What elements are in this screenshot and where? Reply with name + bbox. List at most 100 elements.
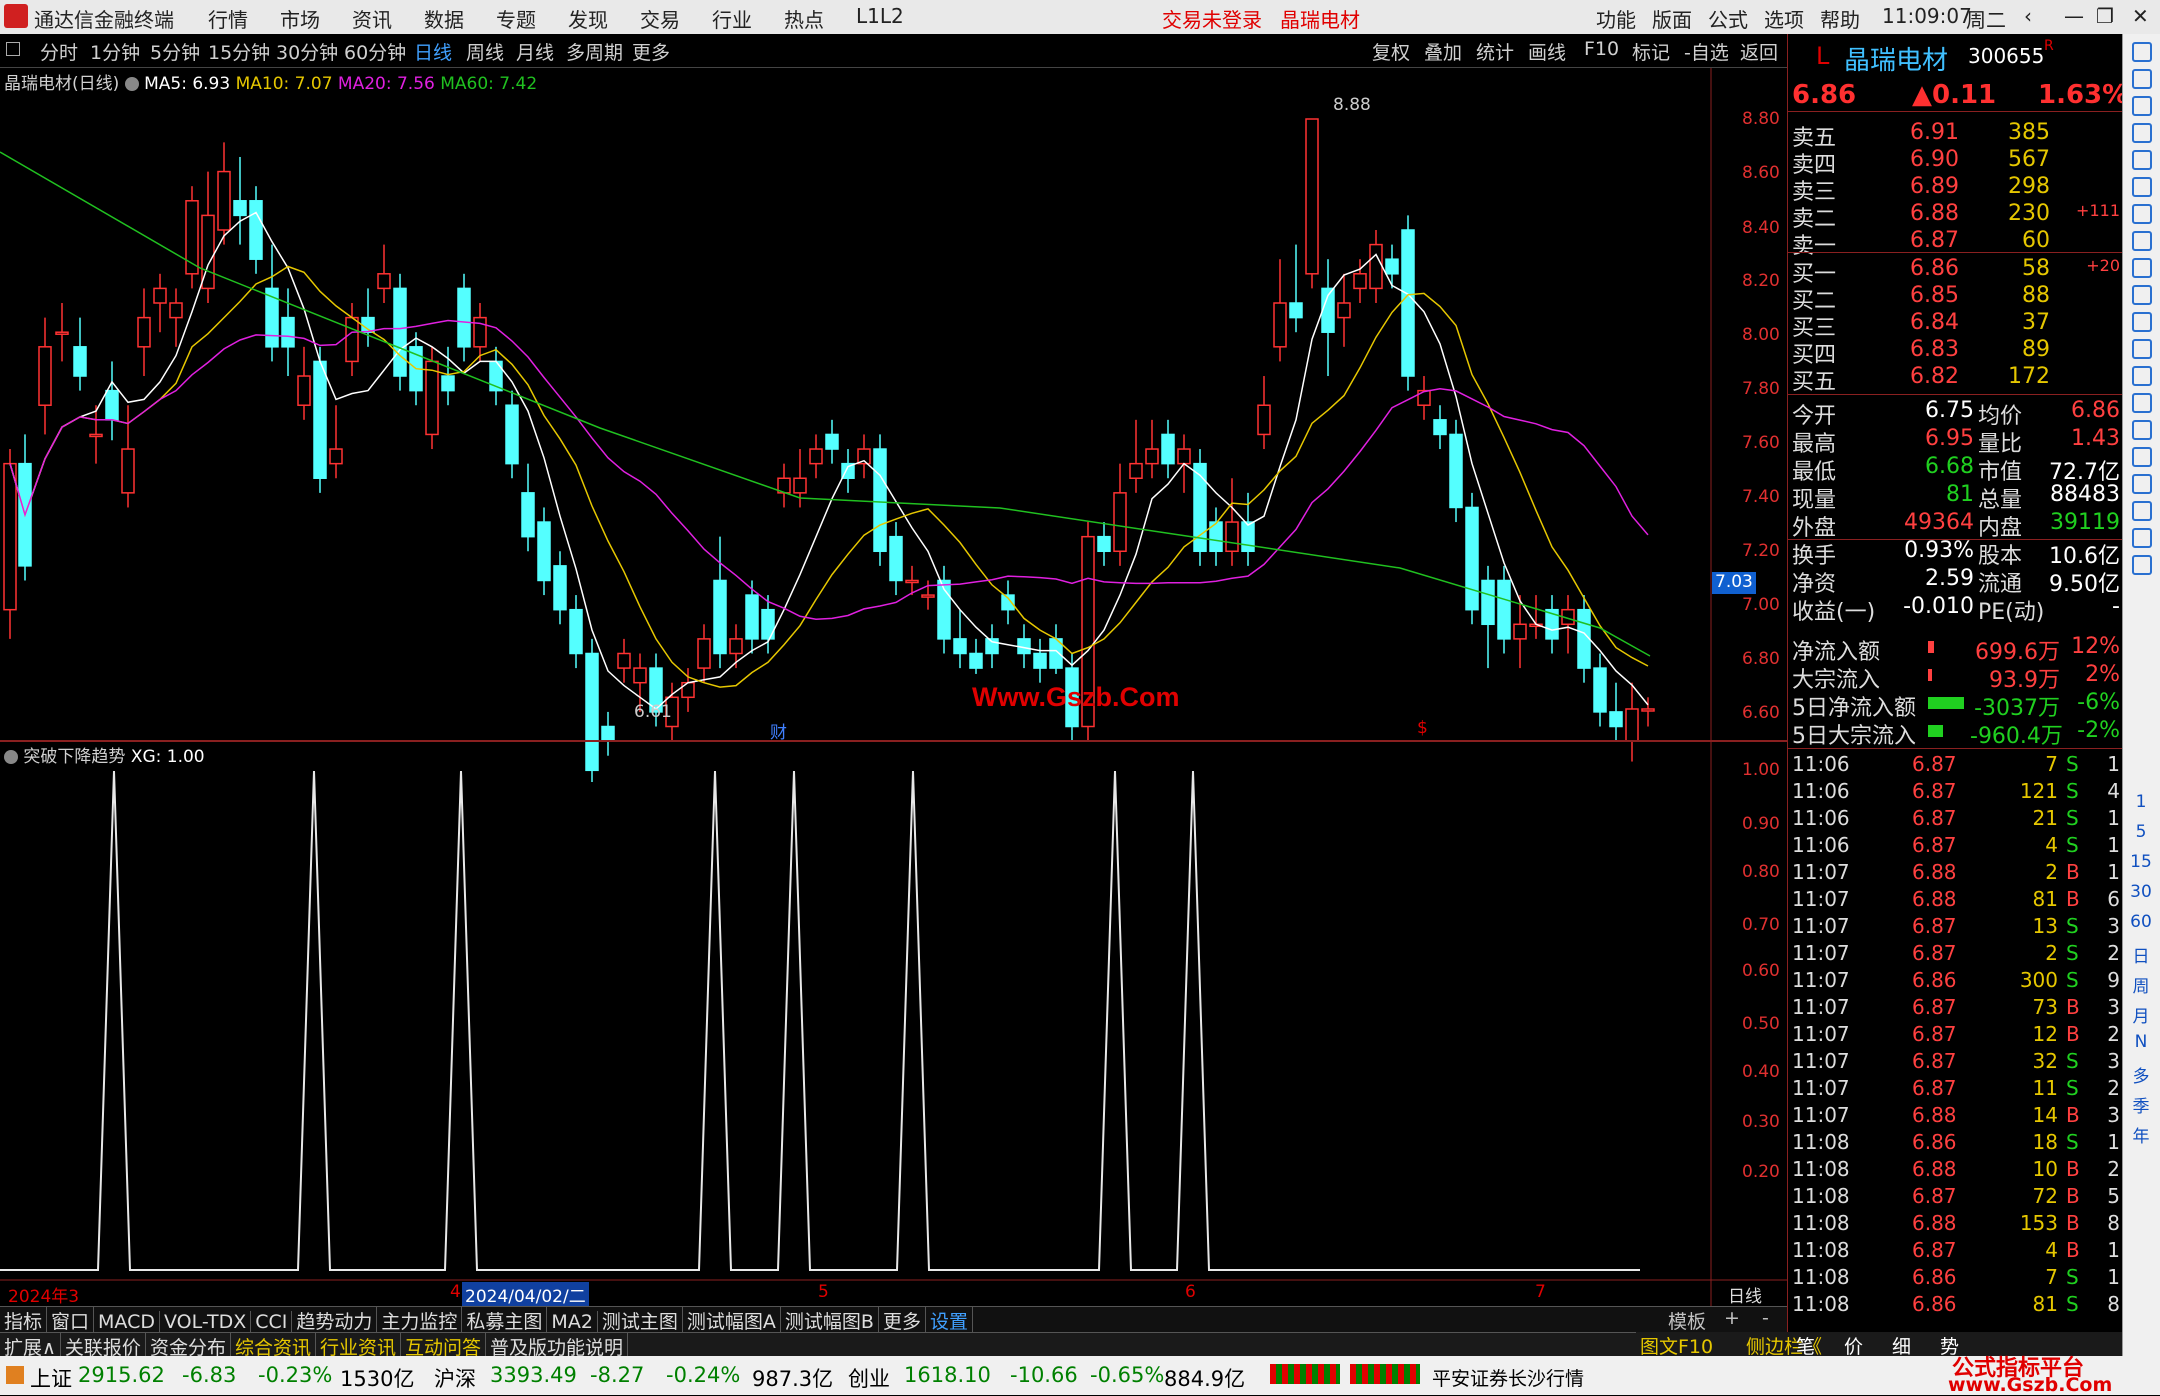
tool-button[interactable]: -自选 (1684, 38, 1729, 65)
side-period-button[interactable]: 多 (2123, 1062, 2159, 1087)
menu-item[interactable]: 热点 (784, 4, 824, 33)
list-icon[interactable] (2132, 231, 2152, 251)
bid-row[interactable]: 买二 6.85 88 (1792, 283, 2122, 314)
table-icon[interactable] (2132, 150, 2152, 170)
grid2-icon[interactable] (2132, 555, 2152, 575)
period-tab[interactable]: 月线 (516, 38, 554, 65)
tab-vol[interactable]: VOL-TDX (160, 1311, 252, 1333)
tool-button[interactable]: 叠加 (1424, 38, 1462, 65)
menu-layout[interactable]: 版面 (1652, 4, 1692, 33)
tool-button[interactable]: 标记 (1632, 38, 1670, 65)
toolbar-toggle-icon[interactable] (6, 42, 20, 56)
fs-icon[interactable] (2132, 339, 2152, 359)
minimize-icon[interactable]: — (2064, 4, 2084, 28)
event-marker-finance[interactable]: 财 (770, 718, 787, 743)
indicator-settings-icon[interactable] (4, 750, 18, 764)
menu-item[interactable]: 发现 (568, 4, 608, 33)
cy-name[interactable]: 创业 (848, 1363, 890, 1393)
ask-row[interactable]: 卖五 6.91 385 (1792, 120, 2122, 151)
bar-icon[interactable] (2132, 204, 2152, 224)
side-period-button[interactable]: 月 (2123, 1002, 2159, 1027)
period-tab[interactable]: 5分钟 (150, 38, 200, 65)
line-icon[interactable] (2132, 177, 2152, 197)
tab-cci[interactable]: CCI (251, 1311, 293, 1333)
add-button[interactable]: + (1724, 1307, 1740, 1329)
period-tab[interactable]: 60分钟 (344, 38, 406, 65)
up-arrow-icon[interactable] (2132, 42, 2152, 62)
period-tab[interactable]: 1分钟 (90, 38, 140, 65)
grid-icon[interactable] (2132, 123, 2152, 143)
period-more[interactable]: 更多 (632, 38, 670, 65)
menu-item[interactable]: 行情 (208, 4, 248, 33)
f10-icon[interactable] (2132, 258, 2152, 278)
tool-button[interactable]: F10 (1584, 38, 1619, 60)
period-tab[interactable]: 30分钟 (276, 38, 338, 65)
tab-test-main[interactable]: 测试主图 (598, 1307, 683, 1334)
menu-item[interactable]: 数据 (424, 4, 464, 33)
period-tab[interactable]: 多周期 (566, 38, 623, 65)
chart-area[interactable] (0, 68, 1787, 1313)
menu-formula[interactable]: 公式 (1708, 4, 1748, 33)
fs2-icon[interactable] (2132, 528, 2152, 548)
side-period-button[interactable]: 1 (2123, 792, 2159, 812)
side-period-button[interactable]: 30 (2123, 882, 2159, 902)
menu-func[interactable]: 功能 (1596, 4, 1636, 33)
side-period-button[interactable]: 15 (2123, 852, 2159, 872)
pen-icon[interactable] (2132, 501, 2152, 521)
back-icon[interactable]: ‹ (2024, 4, 2032, 28)
sh-name[interactable]: 上证 (30, 1363, 72, 1393)
ask-row[interactable]: 卖三 6.89 298 (1792, 174, 2122, 205)
doc-icon[interactable] (2132, 285, 2152, 305)
menu-item[interactable]: 专题 (496, 4, 536, 33)
tab-test-a[interactable]: 测试幅图A (683, 1307, 781, 1334)
tab-ma2[interactable]: MA2 (547, 1311, 598, 1333)
ask-row[interactable]: 卖二 6.88 230 +111 (1792, 201, 2122, 232)
side-period-button[interactable]: 年 (2123, 1122, 2159, 1147)
period-tab-active[interactable]: 日线 (414, 38, 452, 65)
period-tab[interactable]: 周线 (466, 38, 504, 65)
ask-row[interactable]: 卖四 6.90 567 (1792, 147, 2122, 178)
bid-row[interactable]: 买三 6.84 37 (1792, 310, 2122, 341)
tab-test-b[interactable]: 测试幅图B (781, 1307, 879, 1334)
bid-row[interactable]: 买五 6.82 172 (1792, 364, 2122, 395)
remove-button[interactable]: - (1762, 1307, 1769, 1329)
template-button[interactable]: 模板 (1668, 1307, 1706, 1334)
ask-row[interactable]: 卖一 6.87 60 (1792, 228, 2122, 259)
menu-item[interactable]: 行业 (712, 4, 752, 33)
up-icon[interactable] (2132, 69, 2152, 89)
tool-button[interactable]: 统计 (1476, 38, 1514, 65)
chart-icon[interactable] (2132, 393, 2152, 413)
login-status[interactable]: 交易未登录 (1162, 4, 1262, 33)
pen-tab[interactable]: 笔 (1796, 1332, 1815, 1359)
move-icon[interactable] (2132, 474, 2152, 494)
menu-help[interactable]: 帮助 (1820, 4, 1860, 33)
price-tab[interactable]: 价 (1844, 1332, 1863, 1359)
tool-button[interactable]: 复权 (1372, 38, 1410, 65)
menu-item[interactable]: 交易 (640, 4, 680, 33)
tab-settings[interactable]: 设置 (926, 1307, 973, 1334)
status-menu-icon[interactable] (6, 1366, 24, 1384)
tool-button[interactable]: 画线 (1528, 38, 1566, 65)
down-icon[interactable] (2132, 96, 2152, 116)
tool-button[interactable]: 返回 (1740, 38, 1778, 65)
side-period-button[interactable]: 5 (2123, 822, 2159, 842)
f10-tab[interactable]: 图文F10 (1640, 1332, 1713, 1359)
list2-icon[interactable] (2132, 312, 2152, 332)
tab-more[interactable]: 更多 (879, 1307, 926, 1334)
menu-item[interactable]: 资讯 (352, 4, 392, 33)
period-tab[interactable]: 15分钟 (208, 38, 270, 65)
side-period-button[interactable]: 季 (2123, 1092, 2159, 1117)
sz-name[interactable]: 沪深 (434, 1363, 476, 1393)
side-period-button[interactable]: 周 (2123, 972, 2159, 997)
tab-trend[interactable]: 趋势动力 (292, 1307, 378, 1334)
bid-row[interactable]: 买四 6.83 89 (1792, 337, 2122, 368)
circle-icon[interactable] (2132, 366, 2152, 386)
menu-item[interactable]: L1L2 (856, 4, 904, 28)
event-marker-dividend[interactable]: $ (1417, 718, 1428, 738)
legend-settings-icon[interactable] (124, 77, 139, 91)
restore-icon[interactable]: ❐ (2096, 4, 2114, 28)
menu-item[interactable]: 市场 (280, 4, 320, 33)
period-tab[interactable]: 分时 (40, 38, 78, 65)
close-icon[interactable]: ✕ (2132, 4, 2149, 28)
tab-private[interactable]: 私募主图 (462, 1307, 548, 1334)
